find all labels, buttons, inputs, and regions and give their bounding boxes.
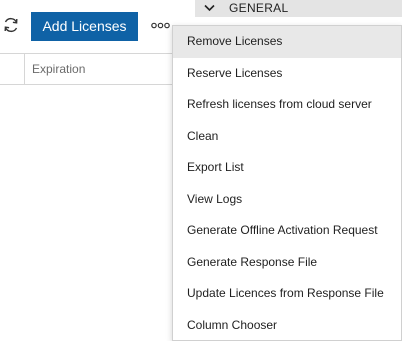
menu-item-generate-offline-activation-request[interactable]: Generate Offline Activation Request — [173, 215, 401, 247]
more-actions-menu: Remove Licenses Reserve Licenses Refresh… — [172, 25, 402, 341]
menu-item-clean[interactable]: Clean — [173, 121, 401, 153]
menu-item-column-chooser[interactable]: Column Chooser — [173, 310, 401, 341]
add-licenses-button[interactable]: Add Licenses — [31, 12, 138, 41]
menu-item-reserve-licenses[interactable]: Reserve Licenses — [173, 58, 401, 90]
column-header-expiration[interactable]: Expiration — [32, 54, 85, 84]
more-horizontal-icon[interactable] — [151, 22, 170, 29]
refresh-icon[interactable] — [2, 16, 20, 34]
chevron-down-icon — [204, 4, 215, 12]
menu-item-view-logs[interactable]: View Logs — [173, 184, 401, 216]
menu-item-export-list[interactable]: Export List — [173, 152, 401, 184]
menu-item-generate-response-file[interactable]: Generate Response File — [173, 247, 401, 279]
menu-item-remove-licenses[interactable]: Remove Licenses — [173, 26, 401, 58]
menu-item-refresh-licenses[interactable]: Refresh licenses from cloud server — [173, 89, 401, 121]
column-divider[interactable] — [24, 54, 25, 84]
menu-item-update-licences-from-response-file[interactable]: Update Licences from Response File — [173, 278, 401, 310]
section-label: GENERAL — [229, 1, 289, 15]
license-manager-view: Add Licenses GENERAL Expiration Remove L… — [0, 0, 402, 341]
general-section-header[interactable]: GENERAL — [195, 0, 402, 17]
